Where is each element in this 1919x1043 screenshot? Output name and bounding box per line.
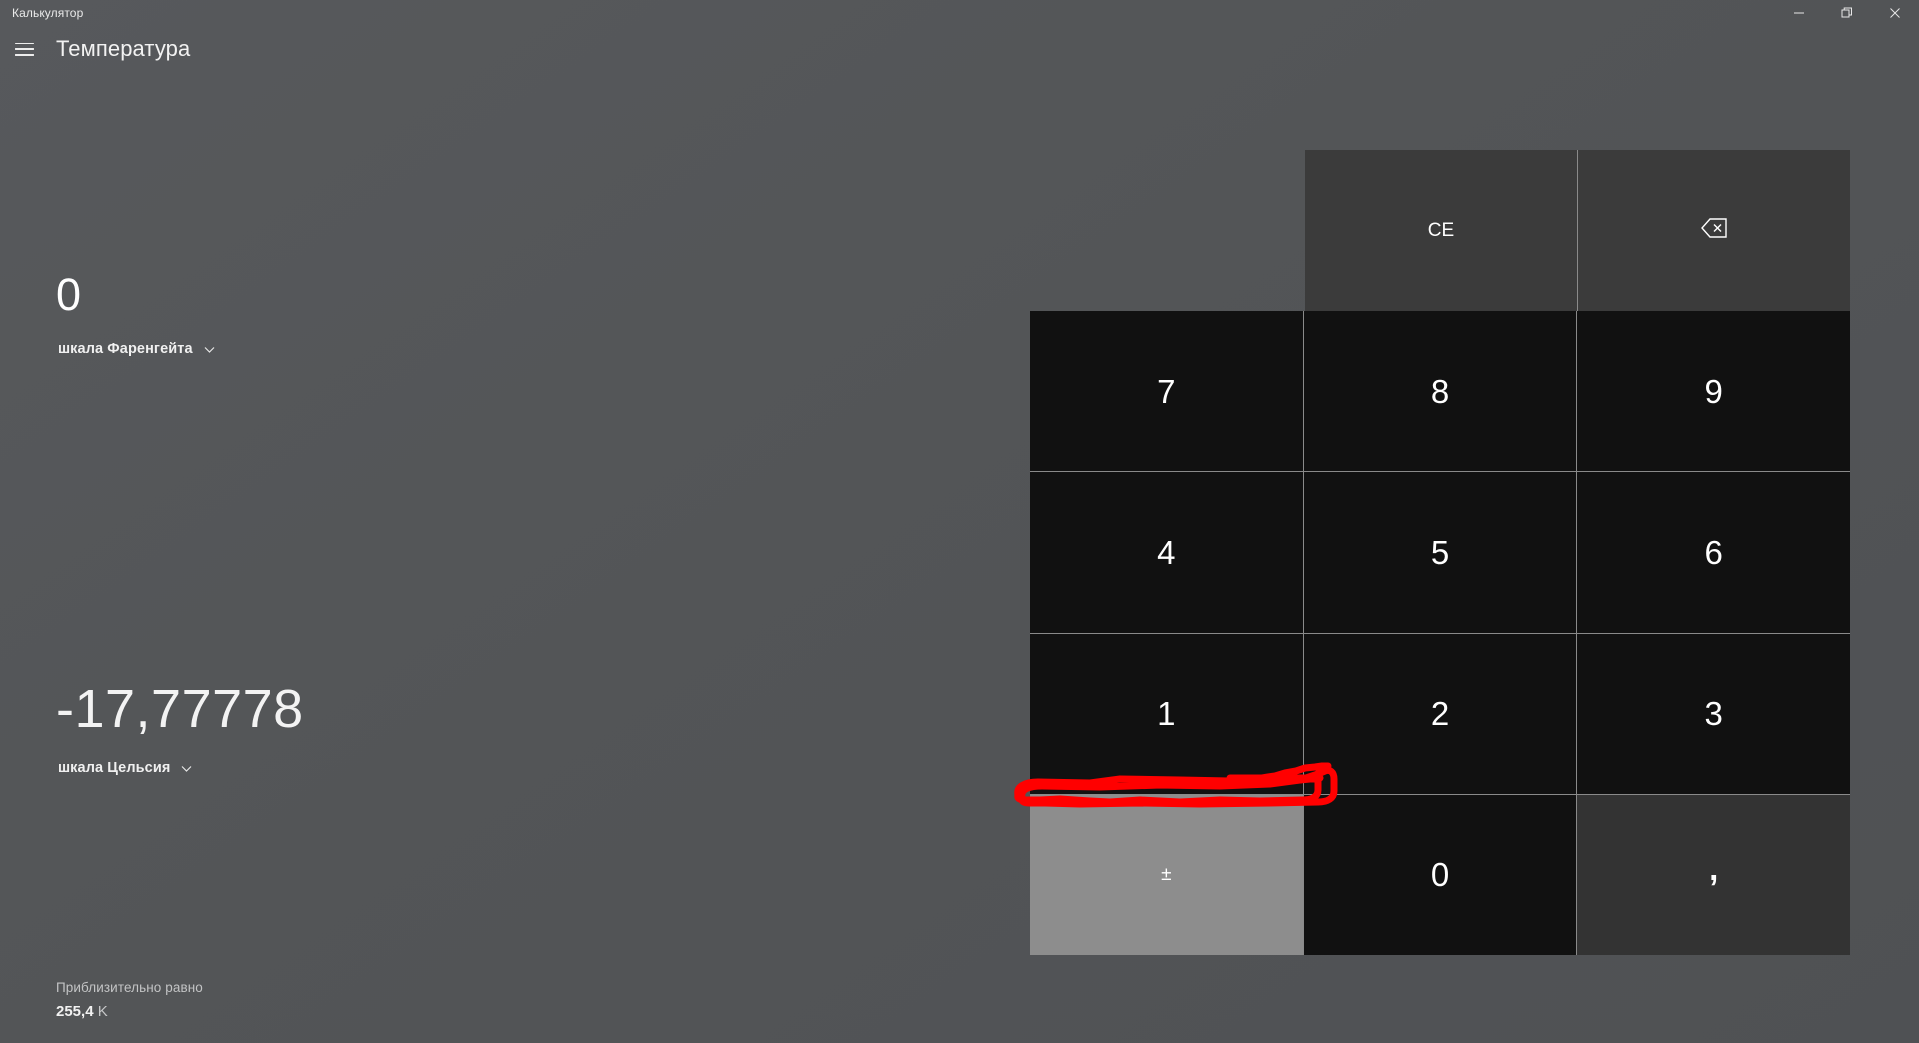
key-label: 2 (1430, 695, 1450, 733)
key-label: 7 (1157, 372, 1176, 410)
keypad-main-grid: 7 8 9 4 5 6 1 2 3 ± 0 , (1030, 311, 1850, 955)
key-label: 9 (1704, 372, 1723, 410)
page-title: Температура (56, 36, 191, 61)
title-bar: Калькулятор (0, 0, 1919, 26)
minimize-button[interactable] (1775, 0, 1823, 26)
digit-3-button[interactable]: 3 (1577, 633, 1850, 794)
digit-0-button[interactable]: 0 (1303, 794, 1577, 955)
decimal-separator-button[interactable]: , (1577, 794, 1850, 955)
digit-6-button[interactable]: 6 (1577, 472, 1850, 633)
window-controls (1775, 0, 1919, 26)
restore-button[interactable] (1823, 0, 1871, 26)
source-unit-selector[interactable]: шкала Фаренгейта (56, 339, 218, 359)
digit-8-button[interactable]: 8 (1303, 311, 1577, 472)
hamburger-bar (14, 54, 34, 56)
minimize-icon (1794, 12, 1804, 14)
target-unit-label: шкала Цельсия (58, 760, 171, 776)
key-label: , (1709, 850, 1719, 888)
target-unit-selector[interactable]: шкала Цельсия (56, 758, 195, 778)
window-caption: Калькулятор (12, 6, 84, 20)
close-button[interactable] (1871, 0, 1919, 26)
keypad-function-row: CE (1305, 150, 1850, 311)
calculator-window: Калькулятор Температура 0 шкала Фаренгей… (0, 0, 1919, 1043)
source-value[interactable]: 0 (56, 272, 218, 317)
conversion-display: 0 шкала Фаренгейта -17,77778 шкала Цельс… (0, 72, 1030, 1043)
chevron-down-icon (203, 343, 216, 356)
approximate-equal-number: 255,4 (56, 1003, 94, 1020)
chevron-down-icon (180, 762, 193, 775)
key-label: 1 (1157, 695, 1176, 733)
approximate-equal-block: Приблизительно равно 255,4 K (56, 980, 203, 1020)
digit-7-button[interactable]: 7 (1030, 311, 1303, 472)
restore-icon (1841, 7, 1852, 18)
clear-entry-label: CE (1427, 220, 1455, 241)
key-label: 4 (1157, 533, 1176, 571)
approximate-equal-unit: K (97, 1003, 108, 1020)
hamburger-bars (14, 42, 34, 56)
source-unit-label: шкала Фаренгейта (58, 341, 193, 357)
source-unit-block: 0 шкала Фаренгейта (56, 272, 218, 359)
key-label: 6 (1704, 533, 1723, 571)
digit-5-button[interactable]: 5 (1303, 472, 1577, 633)
sign-toggle-button[interactable]: ± (1030, 794, 1303, 955)
digit-4-button[interactable]: 4 (1030, 472, 1303, 633)
digit-2-button[interactable]: 2 (1303, 633, 1577, 794)
target-unit-block: -17,77778 шкала Цельсия (56, 682, 304, 778)
digit-1-button[interactable]: 1 (1030, 633, 1303, 794)
backspace-button[interactable] (1578, 150, 1850, 311)
approximate-equal-label: Приблизительно равно (56, 980, 203, 995)
digit-9-button[interactable]: 9 (1577, 311, 1850, 472)
target-value[interactable]: -17,77778 (56, 682, 304, 736)
key-label: 5 (1430, 533, 1450, 571)
backspace-icon (1701, 218, 1727, 243)
close-icon (1890, 8, 1900, 18)
key-label: 8 (1430, 372, 1450, 410)
key-label: 0 (1430, 856, 1450, 894)
hamburger-bar (14, 48, 34, 50)
hamburger-bar (14, 42, 34, 44)
approximate-equal-value: 255,4 K (56, 1003, 203, 1020)
clear-entry-button[interactable]: CE (1305, 150, 1577, 311)
key-label: ± (1161, 864, 1172, 886)
app-header: Температура (0, 26, 190, 72)
key-label: 3 (1704, 695, 1723, 733)
hamburger-icon[interactable] (0, 26, 48, 72)
